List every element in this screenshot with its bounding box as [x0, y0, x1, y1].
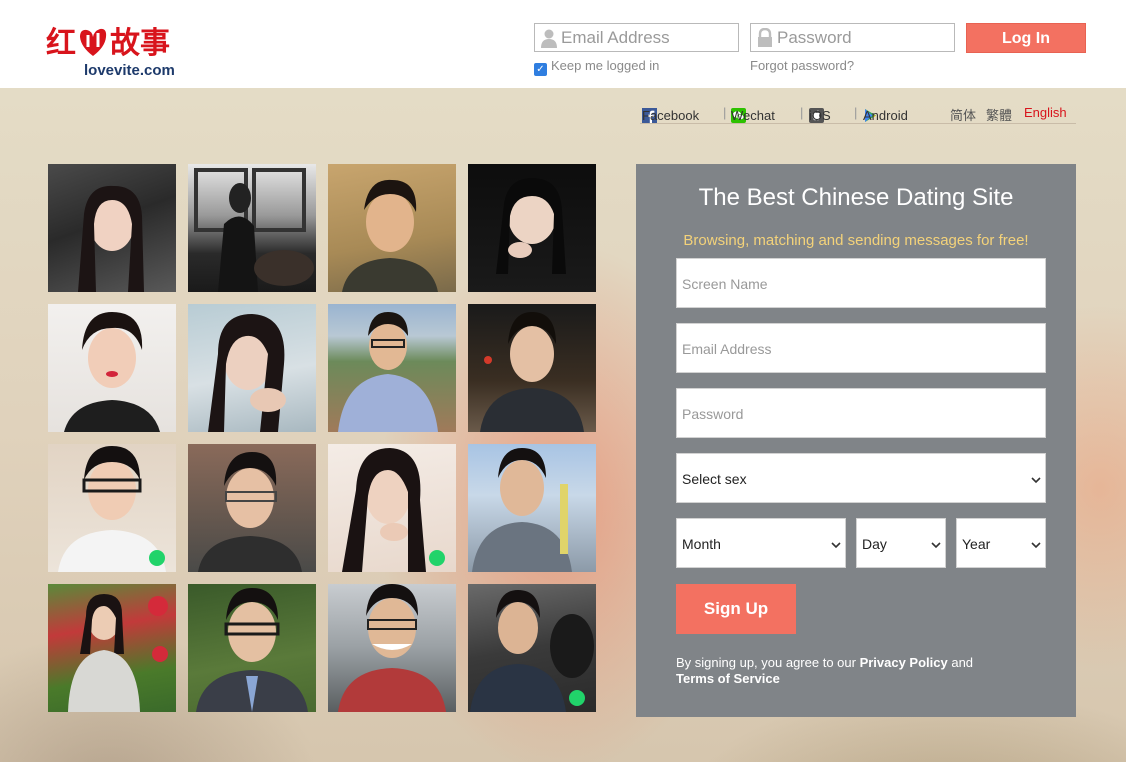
social-language-bar: Facebook | Wechat | iOS | Android 简体 繁體 …	[640, 102, 1076, 124]
profile-tile[interactable]	[48, 304, 176, 432]
profile-tile[interactable]	[188, 164, 316, 292]
profile-photo-woman	[64, 312, 160, 432]
profile-tile[interactable]	[328, 304, 456, 432]
terms-of-service-link[interactable]: Terms of Service	[676, 671, 780, 686]
sex-select[interactable]: Select sex	[676, 453, 1046, 503]
chevron-down-icon	[1031, 472, 1041, 484]
chevron-down-icon	[1031, 537, 1041, 549]
profile-tile[interactable]	[468, 444, 596, 572]
profile-tile[interactable]	[328, 444, 456, 572]
signup-password-placeholder: Password	[682, 406, 744, 422]
profile-photo-man	[342, 179, 438, 292]
header-password-placeholder: Password	[777, 28, 852, 47]
logo-chinese-text: 红 故事	[46, 18, 170, 62]
profile-tile[interactable]	[188, 304, 316, 432]
profile-tile[interactable]	[328, 164, 456, 292]
signup-title: The Best Chinese Dating Site	[698, 184, 1014, 211]
month-select[interactable]: Month	[676, 518, 846, 568]
online-status-dot	[149, 550, 165, 566]
profile-photo-woman	[194, 168, 314, 292]
user-icon	[540, 28, 558, 48]
lang-traditional[interactable]: 繁體	[986, 105, 1012, 124]
profile-tile[interactable]	[48, 584, 176, 712]
logo-char-1: 红	[46, 26, 76, 61]
lock-icon	[756, 27, 774, 48]
header-password-input[interactable]: Password	[750, 23, 955, 52]
privacy-policy-link[interactable]: Privacy Policy	[860, 655, 948, 670]
profile-photo-man	[198, 452, 302, 572]
year-select[interactable]: Year	[956, 518, 1046, 568]
sex-select-value: Select sex	[682, 471, 747, 487]
online-status-dot	[429, 550, 445, 566]
header-email-input[interactable]: Email Address	[534, 23, 739, 52]
screen-name-placeholder: Screen Name	[682, 276, 768, 292]
chevron-down-icon	[831, 537, 841, 549]
forgot-password-link[interactable]: Forgot password?	[750, 58, 854, 73]
profile-photo-man	[472, 448, 572, 572]
wechat-label: Wechat	[731, 108, 775, 123]
day-select[interactable]: Day	[856, 518, 946, 568]
signup-panel: The Best Chinese Dating Site Browsing, m…	[636, 164, 1076, 717]
profile-photo-woman	[68, 594, 168, 712]
separator: |	[723, 105, 727, 120]
logo-url: lovevite.com	[84, 62, 175, 79]
profile-tile[interactable]	[188, 584, 316, 712]
profile-tile[interactable]	[188, 444, 316, 572]
signup-password-input[interactable]: Password	[676, 388, 1046, 438]
lang-simplified[interactable]: 简体	[950, 105, 976, 124]
keep-logged-in[interactable]: ✓ Keep me logged in	[534, 58, 659, 76]
profile-tile[interactable]	[468, 584, 596, 712]
separator: |	[854, 105, 858, 120]
profile-tile[interactable]	[48, 164, 176, 292]
profile-photo-woman	[208, 314, 286, 432]
login-button[interactable]: Log In	[966, 23, 1086, 53]
profile-photo-man	[196, 588, 308, 712]
signup-email-placeholder: Email Address	[682, 341, 772, 357]
top-header: 红 故事 lovevite.com Email Address Password…	[0, 0, 1126, 88]
profile-tile[interactable]	[468, 164, 596, 292]
site-logo[interactable]: 红 故事 lovevite.com	[46, 10, 196, 82]
keep-logged-in-label: Keep me logged in	[551, 58, 660, 73]
facebook-label: Facebook	[642, 108, 700, 123]
profile-photo-woman	[78, 185, 144, 292]
heart-logo-icon	[76, 25, 110, 59]
profile-photo-woman	[496, 178, 566, 274]
profile-photo-man	[338, 584, 446, 712]
profile-photo-man	[480, 312, 584, 432]
lang-english[interactable]: English	[1024, 105, 1067, 120]
terms-text: By signing up, you agree to our Privacy …	[676, 655, 976, 687]
keep-logged-in-checkbox[interactable]: ✓	[534, 63, 547, 76]
profile-tile[interactable]	[468, 304, 596, 432]
android-label: Android	[863, 108, 908, 123]
online-status-dot	[569, 690, 585, 706]
separator: |	[800, 105, 804, 120]
logo-char-2: 故事	[110, 26, 170, 61]
header-email-placeholder: Email Address	[561, 28, 670, 47]
year-select-value: Year	[962, 536, 991, 552]
profile-tile[interactable]	[328, 584, 456, 712]
signup-button[interactable]: Sign Up	[676, 584, 796, 634]
chevron-down-icon	[931, 537, 941, 549]
terms-and: and	[947, 655, 974, 670]
day-select-value: Day	[862, 536, 887, 552]
signup-email-input[interactable]: Email Address	[676, 323, 1046, 373]
month-select-value: Month	[682, 536, 721, 552]
signup-subtitle: Browsing, matching and sending messages …	[683, 232, 1029, 249]
ios-label: iOS	[809, 108, 831, 123]
terms-prefix: By signing up, you agree to our	[676, 655, 860, 670]
profile-tile[interactable]	[48, 444, 176, 572]
profile-photo-man	[338, 312, 438, 432]
screen-name-input[interactable]: Screen Name	[676, 258, 1046, 308]
